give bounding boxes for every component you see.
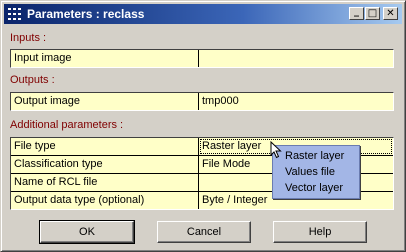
grid-app-icon xyxy=(8,8,21,20)
param-row: Output image tmp000 xyxy=(11,93,393,110)
inputs-section-label: Inputs : xyxy=(10,32,47,44)
maximize-button[interactable]: □ xyxy=(365,7,380,20)
parameters-dialog: Parameters : reclass _ □ ✕ Inputs : Inpu… xyxy=(0,0,406,252)
output-data-type-label: Output data type (optional) xyxy=(11,192,198,209)
inputs-grid: Input image xyxy=(10,49,394,68)
outputs-section-label: Outputs : xyxy=(10,74,55,86)
title-bar[interactable]: Parameters : reclass _ □ ✕ xyxy=(4,4,402,24)
maximize-icon: □ xyxy=(367,8,378,19)
additional-section-label: Additional parameters : xyxy=(10,119,124,131)
ok-button[interactable]: OK xyxy=(39,220,135,244)
outputs-grid: Output image tmp000 xyxy=(10,92,394,111)
minimize-icon: _ xyxy=(354,6,359,17)
output-image-field[interactable]: tmp000 xyxy=(199,93,393,110)
minimize-button[interactable]: _ xyxy=(349,6,364,20)
mouse-pointer-icon xyxy=(270,141,282,159)
classification-type-label: Classification type xyxy=(11,156,198,173)
close-button[interactable]: ✕ xyxy=(383,7,398,20)
input-image-label: Input image xyxy=(11,50,198,67)
menu-item-vector-layer[interactable]: Vector layer xyxy=(285,181,343,195)
cancel-button[interactable]: Cancel xyxy=(157,221,251,243)
help-button[interactable]: Help xyxy=(273,221,367,243)
file-type-label: File type xyxy=(11,138,198,155)
menu-item-raster-layer[interactable]: Raster layer xyxy=(285,149,344,163)
file-type-popup-menu: Raster layer Values file Vector layer xyxy=(272,145,360,199)
output-image-label: Output image xyxy=(11,93,198,110)
close-icon: ✕ xyxy=(386,8,395,19)
rcl-file-label: Name of RCL file xyxy=(11,174,198,191)
input-image-field[interactable] xyxy=(199,50,393,67)
menu-item-values-file[interactable]: Values file xyxy=(285,165,335,179)
param-row: Input image xyxy=(11,50,393,67)
window-title: Parameters : reclass xyxy=(27,7,145,21)
